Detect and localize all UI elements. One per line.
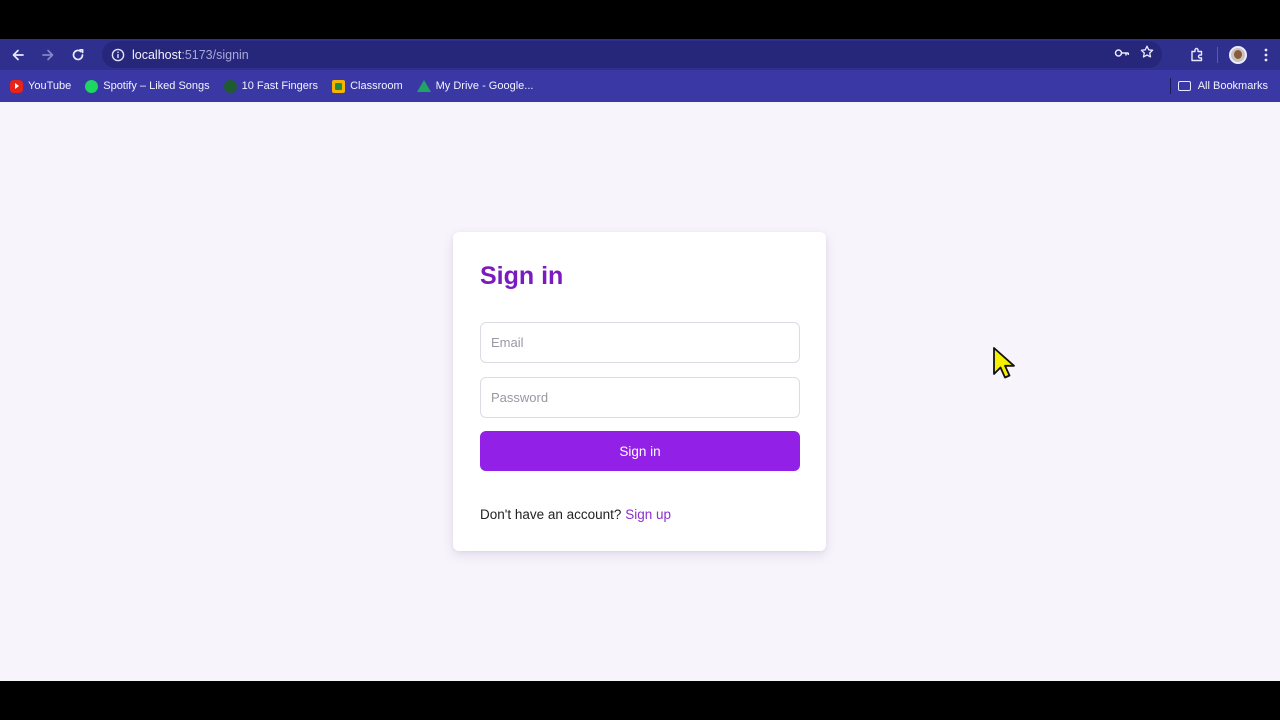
password-key-icon[interactable] <box>1114 46 1130 64</box>
bookmark-label: My Drive - Google... <box>435 80 534 92</box>
bookmark-label: Spotify – Liked Songs <box>103 80 210 92</box>
address-bar[interactable]: localhost:5173/signin <box>102 41 1162 68</box>
email-field[interactable] <box>480 322 800 363</box>
bookmark-label: 10 Fast Fingers <box>241 80 319 92</box>
extensions-puzzle-icon[interactable] <box>1183 41 1211 69</box>
bookmark-youtube[interactable]: YouTube <box>10 79 72 93</box>
youtube-icon <box>10 79 23 93</box>
10-fast-fingers-icon <box>223 79 237 93</box>
all-bookmarks-label: All Bookmarks <box>1197 80 1268 92</box>
sign-in-button[interactable]: Sign in <box>480 431 800 471</box>
more-menu-icon[interactable] <box>1252 41 1280 69</box>
back-arrow-icon[interactable] <box>3 41 33 69</box>
page-viewport: Sign in Sign in Don't have an account? S… <box>0 102 1280 681</box>
page-title: Sign in <box>480 262 564 290</box>
bookmark-10-fast-fingers[interactable]: 10 Fast Fingers <box>223 79 319 93</box>
signin-card: Sign in Sign in Don't have an account? S… <box>453 232 826 551</box>
bookmark-star-icon[interactable] <box>1140 45 1154 64</box>
letterbox-bottom <box>0 681 1280 720</box>
toolbar-separator <box>1217 46 1218 63</box>
url-path: :5173/signin <box>181 47 249 62</box>
google-drive-icon <box>416 80 431 92</box>
url-host: localhost <box>132 47 182 62</box>
folder-icon <box>1177 81 1191 91</box>
bookmarks-bar: YouTube Spotify – Liked Songs 10 Fast Fi… <box>0 70 1280 102</box>
spotify-icon <box>85 79 99 93</box>
bookmark-classroom[interactable]: Classroom <box>332 79 403 93</box>
bookmark-label: Classroom <box>350 80 403 92</box>
letterbox-top <box>0 0 1280 39</box>
reload-icon[interactable] <box>63 41 93 69</box>
password-field[interactable] <box>480 377 800 418</box>
sign-up-link[interactable]: Sign up <box>625 507 671 522</box>
bookmarks-divider <box>1170 78 1171 94</box>
classroom-icon <box>332 79 346 93</box>
all-bookmarks-button[interactable]: All Bookmarks <box>1177 70 1268 102</box>
signup-prompt-row: Don't have an account? Sign up <box>480 507 671 522</box>
browser-toolbar: localhost:5173/signin <box>0 39 1280 70</box>
site-info-icon[interactable] <box>106 48 130 62</box>
bookmark-google-drive[interactable]: My Drive - Google... <box>416 80 534 92</box>
profile-avatar[interactable] <box>1224 41 1252 69</box>
signup-prompt-text: Don't have an account? <box>480 507 622 522</box>
forward-arrow-icon[interactable] <box>33 41 63 69</box>
bookmark-spotify[interactable]: Spotify – Liked Songs <box>85 79 210 93</box>
bookmark-label: YouTube <box>28 80 72 92</box>
mouse-cursor-icon <box>993 347 1015 379</box>
